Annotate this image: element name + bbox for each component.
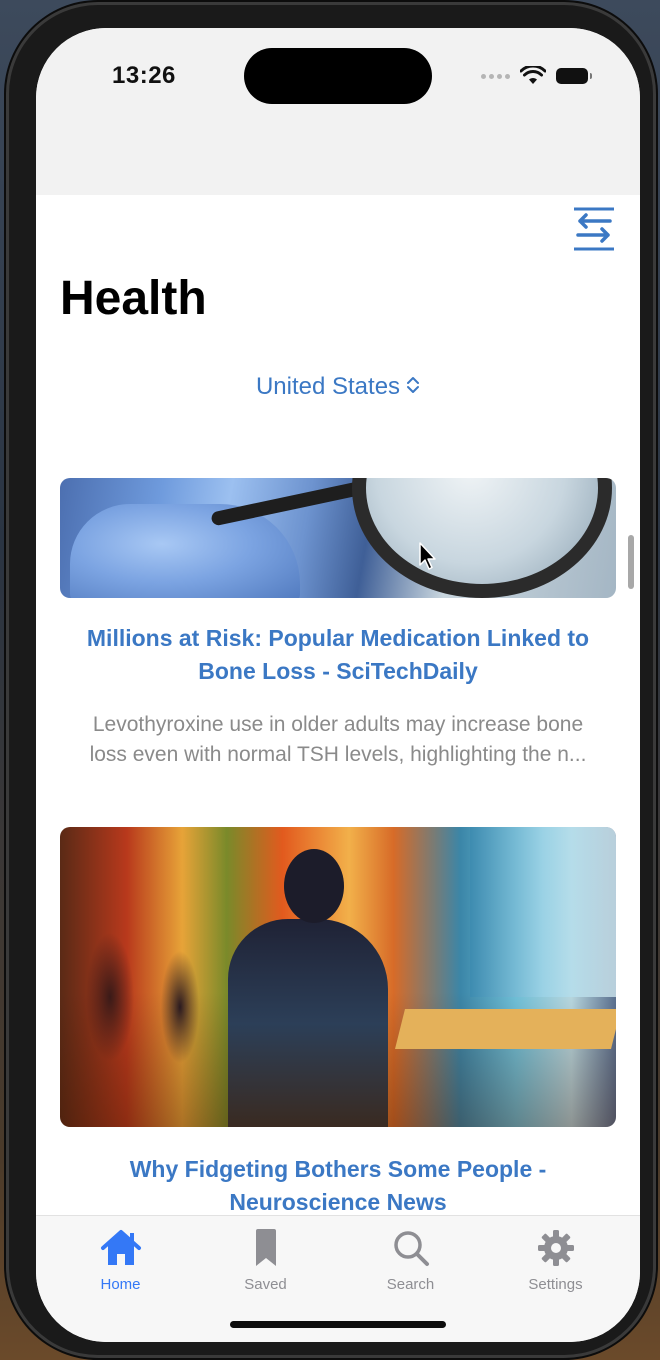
- battery-icon: [556, 68, 592, 84]
- gear-icon: [534, 1228, 578, 1268]
- article-headline[interactable]: Millions at Risk: Popular Medication Lin…: [64, 622, 612, 688]
- article-summary-line: Levothyroxine use in older adults may in…: [92, 713, 584, 736]
- magnifying-glass-icon: [389, 1228, 433, 1268]
- scroll-indicator[interactable]: [628, 535, 634, 589]
- house-icon: [99, 1228, 143, 1268]
- chevron-up-down-icon: [406, 374, 420, 402]
- home-indicator: [230, 1321, 446, 1328]
- status-icons: [481, 66, 592, 86]
- bookmark-icon: [244, 1228, 288, 1268]
- main-content[interactable]: Health United States Millions at Risk: P…: [36, 195, 640, 1215]
- article-image[interactable]: [60, 827, 616, 1127]
- article-headline[interactable]: Why Fidgeting Bothers Some People - Neur…: [64, 1153, 612, 1215]
- region-picker[interactable]: United States: [36, 373, 640, 402]
- mouse-pointer-icon: [419, 542, 436, 570]
- tab-label: Settings: [528, 1276, 583, 1293]
- magnifying-glass-graphic: [352, 478, 612, 598]
- page-title: Health: [60, 272, 207, 325]
- tab-settings[interactable]: Settings: [501, 1216, 611, 1342]
- tab-label: Search: [386, 1276, 435, 1293]
- loupe-handle-graphic: [210, 479, 370, 527]
- gloved-hand-graphic: [70, 504, 300, 598]
- article-card[interactable]: Millions at Risk: Popular Medication Lin…: [60, 478, 616, 770]
- table-graphic: [395, 1009, 616, 1049]
- status-bar-area: 13:26: [36, 28, 640, 195]
- app-screen: 13:26 Health United States Millions at R…: [36, 28, 640, 1342]
- filter-button[interactable]: [570, 205, 618, 253]
- status-time: 13:26: [112, 62, 176, 89]
- region-picker-value: United States: [255, 373, 401, 400]
- wifi-icon: [520, 66, 546, 84]
- arrows-swap-icon: [574, 207, 614, 251]
- crowd-graphic: [80, 887, 220, 1087]
- tab-label: Saved: [244, 1276, 287, 1293]
- article-summary: Levothyroxine use in older adults may in…: [60, 710, 616, 770]
- dynamic-island: [244, 48, 432, 104]
- tab-label: Home: [100, 1276, 141, 1293]
- cellular-signal-icon: [481, 73, 510, 79]
- article-image[interactable]: [60, 478, 616, 598]
- window-graphic: [470, 827, 616, 997]
- tab-home[interactable]: Home: [66, 1216, 176, 1342]
- person-silhouette-graphic: [228, 849, 388, 1127]
- article-card[interactable]: Why Fidgeting Bothers Some People - Neur…: [60, 827, 616, 1215]
- article-summary-line: loss even with normal TSH levels, highli…: [89, 743, 587, 766]
- phone-frame: 13:26 Health United States Millions at R…: [6, 2, 656, 1358]
